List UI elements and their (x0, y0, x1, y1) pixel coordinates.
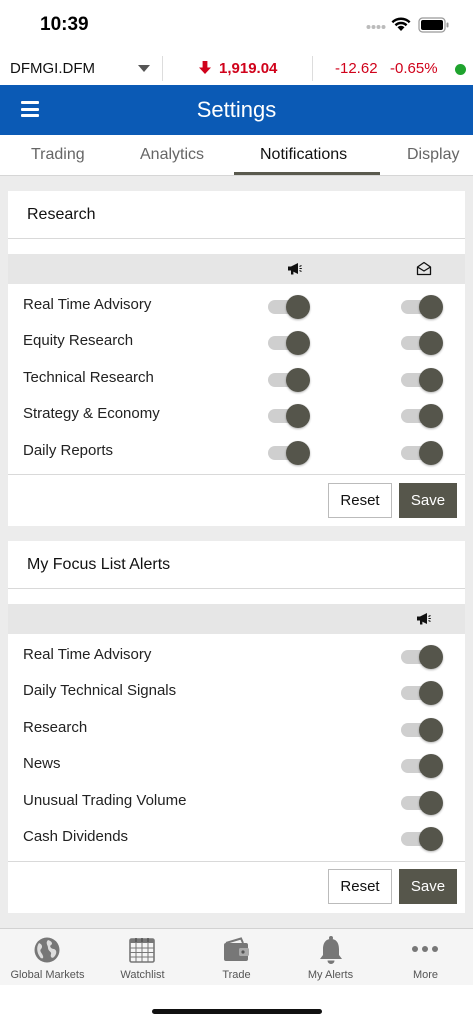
megaphone-icon (417, 613, 431, 625)
section-title: My Focus List Alerts (27, 556, 171, 573)
reset-button[interactable]: Reset (328, 483, 392, 518)
ticker-symbol[interactable]: DFMGI.DFM (10, 60, 95, 77)
nav-more[interactable]: More (378, 929, 473, 986)
column-header (8, 604, 465, 634)
focus-list-alerts-card: My Focus List Alerts Real Time Advisory … (8, 541, 465, 913)
wallet-icon (224, 937, 249, 961)
status-bar: 10:39 (0, 0, 473, 52)
chevron-down-icon[interactable] (138, 65, 150, 72)
toggle-push-strategy-economy[interactable] (268, 404, 310, 428)
divider (8, 474, 465, 475)
nav-global-markets[interactable]: Global Markets (0, 929, 95, 986)
arrow-down-icon (199, 61, 211, 74)
index-price: 1,919.04 (219, 60, 278, 77)
divider (312, 56, 313, 81)
calendar-grid-icon (129, 938, 155, 963)
home-indicator[interactable] (152, 1009, 322, 1014)
toggle-email-equity-research[interactable] (401, 331, 443, 355)
status-time: 10:39 (40, 14, 89, 35)
index-change: -12.62 (335, 60, 378, 77)
toggle-push-focus-research[interactable] (401, 718, 443, 742)
save-button[interactable]: Save (399, 483, 457, 518)
home-indicator-area (0, 985, 473, 1024)
toggle-push-focus-real-time-advisory[interactable] (401, 645, 443, 669)
toggle-push-daily-technical-signals[interactable] (401, 681, 443, 705)
toggle-email-strategy-economy[interactable] (401, 404, 443, 428)
megaphone-icon (288, 263, 302, 275)
toggle-push-unusual-trading-volume[interactable] (401, 791, 443, 815)
cellular-signal-icon (366, 25, 386, 29)
envelope-open-icon (416, 261, 432, 276)
list-item: Real Time Advisory (23, 296, 152, 313)
bell-icon (320, 936, 342, 964)
globe-icon (34, 937, 60, 963)
app-header: Settings (0, 85, 473, 135)
battery-icon (418, 17, 449, 33)
toggle-push-real-time-advisory[interactable] (268, 295, 310, 319)
list-item: Strategy & Economy (23, 405, 160, 422)
list-item: Daily Reports (23, 442, 114, 459)
list-item: Equity Research (23, 332, 134, 349)
tab-display[interactable]: Display (407, 146, 459, 164)
nav-watchlist[interactable]: Watchlist (95, 929, 190, 986)
wifi-icon (391, 17, 411, 31)
toggle-push-news[interactable] (401, 754, 443, 778)
list-item: News (23, 755, 61, 772)
toggle-email-technical-research[interactable] (401, 368, 443, 392)
list-item: Research (23, 719, 88, 736)
page-title: Settings (196, 97, 277, 122)
ticker-bar: DFMGI.DFM 1,919.04 -12.62 -0.65% (0, 52, 473, 85)
nav-my-alerts[interactable]: My Alerts (283, 929, 378, 986)
active-tab-indicator (234, 172, 380, 175)
list-item: Unusual Trading Volume (23, 792, 187, 809)
section-title: Research (27, 206, 96, 223)
divider (8, 588, 465, 589)
tab-analytics[interactable]: Analytics (140, 146, 204, 164)
market-status-dot (455, 64, 466, 75)
toggle-push-cash-dividends[interactable] (401, 827, 443, 851)
divider (162, 56, 163, 81)
divider (8, 238, 465, 239)
tab-notifications[interactable]: Notifications (260, 146, 347, 164)
save-button[interactable]: Save (399, 869, 457, 904)
list-item: Technical Research (23, 369, 154, 386)
toggle-push-equity-research[interactable] (268, 331, 310, 355)
reset-button[interactable]: Reset (328, 869, 392, 904)
index-change-percent: -0.65% (390, 60, 438, 77)
list-item: Cash Dividends (23, 828, 129, 845)
tab-trading[interactable]: Trading (31, 146, 85, 164)
toggle-push-daily-reports[interactable] (268, 441, 310, 465)
research-card: Research Real Time Advisory Equity Resea… (8, 191, 465, 526)
nav-trade[interactable]: Trade (190, 929, 283, 986)
bottom-nav: Global Markets Watchlist Trade My Alerts (0, 928, 473, 985)
settings-tabs: Trading Analytics Notifications Display (0, 135, 473, 176)
list-item: Daily Technical Signals (23, 682, 177, 699)
list-item: Real Time Advisory (23, 646, 152, 663)
toggle-push-technical-research[interactable] (268, 368, 310, 392)
toggle-email-real-time-advisory[interactable] (401, 295, 443, 319)
toggle-email-daily-reports[interactable] (401, 441, 443, 465)
column-header (8, 254, 465, 284)
more-dots-icon (412, 946, 438, 952)
divider (8, 861, 465, 862)
